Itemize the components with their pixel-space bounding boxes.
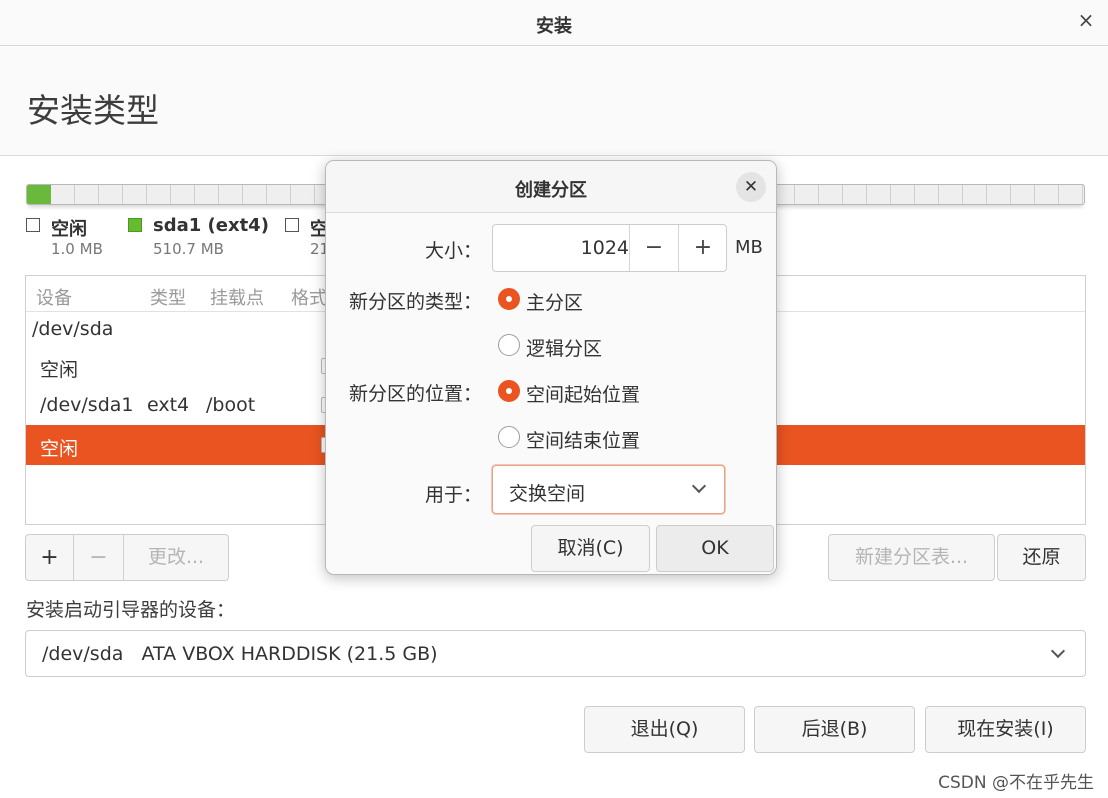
cell-type: ext4 [147,394,190,416]
location-start-label[interactable]: 空间起始位置 [526,380,640,407]
chevron-down-icon [1050,643,1066,659]
window-titlebar: 安装 × [0,0,1108,46]
ok-button[interactable]: OK [656,525,774,572]
size-unit: MB [735,237,763,258]
chevron-down-icon [691,478,707,494]
new-partition-table-button[interactable]: 新建分区表... [828,534,995,581]
change-partition-button[interactable]: 更改... [124,535,228,580]
cell-mount: /boot [206,394,256,416]
legend-swatch [26,218,40,232]
size-stepper[interactable]: 1024 − + [492,224,727,272]
primary-partition-radio[interactable] [498,288,520,310]
use-as-label: 用于： [424,484,482,506]
location-end-radio[interactable] [498,426,520,448]
revert-button[interactable]: 还原 [997,534,1086,581]
partition-type-label: 新分区的类型： [348,291,482,313]
cell-device: 空闲 [40,359,79,381]
legend-size: 1.0 MB [51,240,103,258]
cell-device: /dev/sda [32,318,114,340]
bootloader-label: 安装启动引导器的设备： [26,599,236,621]
column-header-format[interactable]: 格式 [291,284,327,310]
legend-name: 空闲 [51,219,87,240]
dialog-close-icon[interactable]: ✕ [736,172,766,202]
bootloader-value: /dev/sda ATA VBOX HARDDISK (21.5 GB) [42,643,438,665]
back-button[interactable]: 后退(B) [754,706,915,753]
cancel-button[interactable]: 取消(C) [531,525,650,572]
column-header-device[interactable]: 设备 [36,284,72,310]
window-title: 安装 [536,16,572,37]
dialog-titlebar: 创建分区 ✕ [326,161,776,213]
location-start-radio[interactable] [498,380,520,402]
page-title: 安装类型 [27,91,159,130]
cell-device: 空闲 [40,438,79,460]
page-header: 安装类型 [0,47,1108,156]
partition-edit-buttons: + − 更改... [25,534,229,581]
add-partition-button[interactable]: + [26,535,74,580]
quit-button[interactable]: 退出(Q) [584,706,745,753]
partition-location-label: 新分区的位置： [348,383,482,405]
use-as-value: 交换空间 [509,483,586,505]
size-value[interactable]: 1024 [493,237,629,259]
logical-partition-label[interactable]: 逻辑分区 [526,334,602,361]
window-close-icon[interactable]: × [1074,8,1098,32]
use-as-select[interactable]: 交换空间 [492,465,725,514]
decrease-size-button[interactable]: − [629,225,678,271]
dialog-title: 创建分区 [515,180,587,201]
create-partition-dialog: 创建分区 ✕ 大小： 1024 − + MB 新分区的类型： 主分区 逻辑分区 … [325,160,777,575]
increase-size-button[interactable]: + [678,225,727,271]
legend-size: 510.7 MB [153,240,224,258]
column-header-mount[interactable]: 挂载点 [210,284,264,310]
bootloader-select[interactable]: /dev/sda ATA VBOX HARDDISK (21.5 GB) [25,630,1086,677]
remove-partition-button[interactable]: − [74,535,124,580]
partition-bar-sda1-segment [27,185,51,204]
legend-name: sda1 (ext4) [153,215,269,236]
legend-swatch [128,218,142,232]
install-now-button[interactable]: 现在安装(I) [925,706,1086,753]
column-header-type[interactable]: 类型 [150,284,186,310]
legend-swatch [285,218,299,232]
logical-partition-radio[interactable] [498,334,520,356]
size-label: 大小： [424,240,482,262]
primary-partition-label[interactable]: 主分区 [526,288,583,315]
watermark: CSDN @不在乎先生 [938,773,1094,793]
cell-device: /dev/sda1 [40,394,134,416]
location-end-label[interactable]: 空间结束位置 [526,426,640,453]
